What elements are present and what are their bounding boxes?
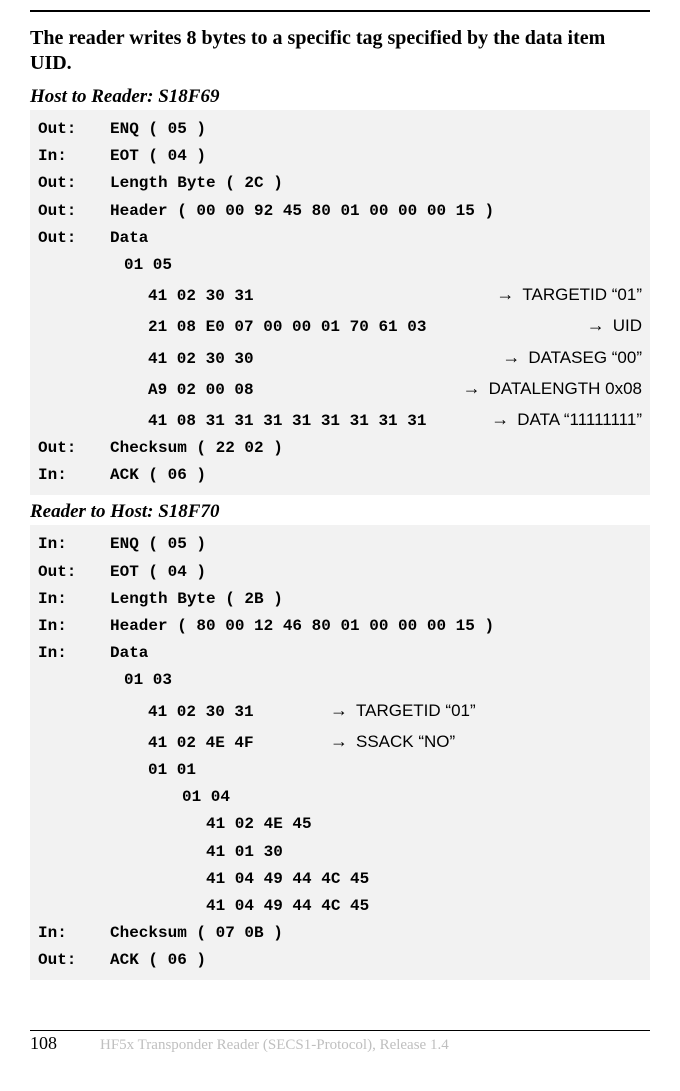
code-block-2: In: ENQ ( 05 ) Out: EOT ( 04 ) In: Lengt… bbox=[30, 525, 650, 980]
row-label: In: bbox=[38, 613, 110, 640]
code-row-annotated: 41 02 4E 4F → SSACK “NO” bbox=[38, 726, 642, 757]
code-row-annotated: 41 02 30 30 → DATASEG “00” bbox=[38, 342, 642, 373]
code-row: 41 04 49 44 4C 45 bbox=[38, 893, 642, 920]
code-row: In: EOT ( 04 ) bbox=[38, 143, 642, 170]
row-text: 01 04 bbox=[110, 784, 642, 811]
row-label: In: bbox=[38, 920, 110, 947]
row-label: Out: bbox=[38, 170, 110, 197]
code-row: In: ENQ ( 05 ) bbox=[38, 531, 642, 558]
row-text: ACK ( 06 ) bbox=[110, 947, 642, 974]
arrow-right-icon: → bbox=[587, 310, 613, 341]
row-label: Out: bbox=[38, 435, 110, 462]
row-note: TARGETID “01” bbox=[522, 281, 642, 310]
code-row: 01 03 bbox=[38, 667, 642, 694]
row-text: 41 04 49 44 4C 45 bbox=[110, 893, 642, 920]
code-row: 01 04 bbox=[38, 784, 642, 811]
section-heading-2: Reader to Host: S18F70 bbox=[30, 501, 650, 523]
code-row: 01 01 bbox=[38, 757, 642, 784]
page: The reader writes 8 bytes to a specific … bbox=[0, 0, 680, 1054]
arrow-right-icon: → bbox=[496, 279, 522, 310]
row-text: ENQ ( 05 ) bbox=[110, 531, 642, 558]
row-hex: 41 02 30 31 bbox=[110, 699, 330, 726]
row-text: 41 04 49 44 4C 45 bbox=[110, 866, 642, 893]
code-row-annotated: A9 02 00 08 → DATALENGTH 0x08 bbox=[38, 373, 642, 404]
code-row-annotated: 41 02 30 31 → TARGETID “01” bbox=[38, 279, 642, 310]
row-note: TARGETID “01” bbox=[356, 697, 476, 726]
row-label: In: bbox=[38, 531, 110, 558]
code-row: In: Checksum ( 07 0B ) bbox=[38, 920, 642, 947]
arrow-right-icon: → bbox=[463, 373, 489, 404]
code-row: Out: ACK ( 06 ) bbox=[38, 947, 642, 974]
row-text: 01 01 bbox=[110, 757, 642, 784]
row-text: Checksum ( 22 02 ) bbox=[110, 435, 642, 462]
row-hex: 41 02 30 31 bbox=[110, 283, 254, 310]
code-row: 41 01 30 bbox=[38, 839, 642, 866]
code-row: Out: Header ( 00 00 92 45 80 01 00 00 00… bbox=[38, 198, 642, 225]
row-label: In: bbox=[38, 640, 110, 667]
section-heading-1: Host to Reader: S18F69 bbox=[30, 86, 650, 108]
row-label: Out: bbox=[38, 198, 110, 225]
page-number: 108 bbox=[30, 1033, 100, 1054]
code-row-annotated: 21 08 E0 07 00 00 01 70 61 03 → UID bbox=[38, 310, 642, 341]
row-label: Out: bbox=[38, 116, 110, 143]
row-text: Data bbox=[110, 225, 642, 252]
code-row: Out: EOT ( 04 ) bbox=[38, 559, 642, 586]
row-text: Length Byte ( 2B ) bbox=[110, 586, 642, 613]
row-text: Header ( 80 00 12 46 80 01 00 00 00 15 ) bbox=[110, 613, 642, 640]
row-text: ENQ ( 05 ) bbox=[110, 116, 642, 143]
row-hex: A9 02 00 08 bbox=[110, 377, 254, 404]
page-footer: 108 HF5x Transponder Reader (SECS1-Proto… bbox=[30, 1030, 650, 1054]
code-row: Out: Data bbox=[38, 225, 642, 252]
code-row: 41 02 4E 45 bbox=[38, 811, 642, 838]
code-block-1: Out: ENQ ( 05 ) In: EOT ( 04 ) Out: Leng… bbox=[30, 110, 650, 495]
code-row: In: Header ( 80 00 12 46 80 01 00 00 00 … bbox=[38, 613, 642, 640]
top-rule bbox=[30, 10, 650, 12]
row-hex: 41 02 30 30 bbox=[110, 346, 254, 373]
row-note: DATA “11111111” bbox=[517, 406, 642, 435]
row-text: EOT ( 04 ) bbox=[110, 559, 642, 586]
row-text: Header ( 00 00 92 45 80 01 00 00 00 15 ) bbox=[110, 198, 642, 225]
code-row: Out: Checksum ( 22 02 ) bbox=[38, 435, 642, 462]
row-label: Out: bbox=[38, 559, 110, 586]
row-label: Out: bbox=[38, 225, 110, 252]
arrow-right-icon: → bbox=[491, 404, 517, 435]
code-row: In: ACK ( 06 ) bbox=[38, 462, 642, 489]
row-text: Data bbox=[110, 640, 642, 667]
row-label: In: bbox=[38, 586, 110, 613]
code-row: In: Length Byte ( 2B ) bbox=[38, 586, 642, 613]
row-text: 01 03 bbox=[110, 667, 642, 694]
row-hex: 41 02 4E 4F bbox=[110, 730, 330, 757]
row-text: 41 01 30 bbox=[110, 839, 642, 866]
code-row: 01 05 bbox=[38, 252, 642, 279]
row-label: Out: bbox=[38, 947, 110, 974]
row-text: EOT ( 04 ) bbox=[110, 143, 642, 170]
row-text: 01 05 bbox=[110, 252, 642, 279]
code-row: In: Data bbox=[38, 640, 642, 667]
row-text: ACK ( 06 ) bbox=[110, 462, 642, 489]
code-row-annotated: 41 08 31 31 31 31 31 31 31 31 → DATA “11… bbox=[38, 404, 642, 435]
row-label: In: bbox=[38, 462, 110, 489]
row-note: SSACK “NO” bbox=[356, 728, 455, 757]
row-text: 41 02 4E 45 bbox=[110, 811, 642, 838]
code-row: 41 04 49 44 4C 45 bbox=[38, 866, 642, 893]
code-row: Out: Length Byte ( 2C ) bbox=[38, 170, 642, 197]
row-hex: 41 08 31 31 31 31 31 31 31 31 bbox=[110, 408, 426, 435]
code-row: Out: ENQ ( 05 ) bbox=[38, 116, 642, 143]
arrow-right-icon: → bbox=[330, 726, 356, 757]
row-label: In: bbox=[38, 143, 110, 170]
code-row-annotated: 41 02 30 31 → TARGETID “01” bbox=[38, 695, 642, 726]
page-title: The reader writes 8 bytes to a specific … bbox=[30, 26, 650, 76]
footer-text: HF5x Transponder Reader (SECS1-Protocol)… bbox=[100, 1037, 449, 1054]
arrow-right-icon: → bbox=[502, 342, 528, 373]
row-text: Checksum ( 07 0B ) bbox=[110, 920, 642, 947]
arrow-right-icon: → bbox=[330, 695, 356, 726]
row-hex: 21 08 E0 07 00 00 01 70 61 03 bbox=[110, 314, 426, 341]
row-note: UID bbox=[613, 312, 642, 341]
row-note: DATASEG “00” bbox=[528, 344, 642, 373]
row-note: DATALENGTH 0x08 bbox=[489, 375, 642, 404]
row-text: Length Byte ( 2C ) bbox=[110, 170, 642, 197]
